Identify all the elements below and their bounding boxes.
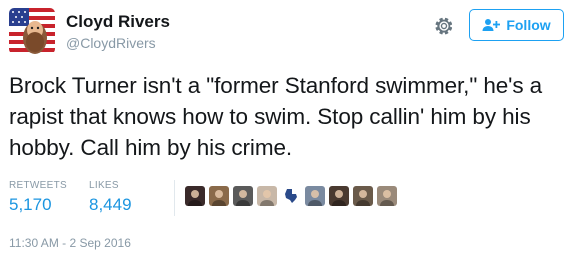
stats-divider [174,180,175,216]
liker-avatar-7[interactable] [329,186,349,206]
gear-icon[interactable] [433,15,455,37]
liker-avatar-8[interactable] [353,186,373,206]
liker-avatar-2[interactable] [209,186,229,206]
liker-avatar-3[interactable] [233,186,253,206]
liker-avatar-4[interactable] [257,186,277,206]
avatar[interactable] [9,8,55,54]
retweets-label: RETWEETS [9,180,67,191]
display-name[interactable]: Cloyd Rivers [66,12,170,32]
likes-count: 8,449 [89,195,132,214]
retweets-stat[interactable]: RETWEETS 5,170 [9,180,67,215]
follow-button[interactable]: Follow [469,9,564,41]
liker-avatar-6[interactable] [305,186,325,206]
liker-avatar-1[interactable] [185,186,205,206]
user-handle[interactable]: @CloydRivers [66,35,156,51]
liker-avatars [185,186,397,206]
add-user-icon [482,18,501,32]
tweet-text: Brock Turner isn't a "former Stanford sw… [9,73,543,160]
likes-label: LIKES [89,180,119,191]
follow-label: Follow [506,17,551,33]
retweets-count: 5,170 [9,195,52,214]
tweet-timestamp[interactable]: 11:30 AM - 2 Sep 2016 [9,236,131,250]
likes-stat[interactable]: LIKES 8,449 [89,180,132,215]
tweet-stats: RETWEETS 5,170 LIKES 8,449 [9,180,565,220]
liker-avatar-5[interactable] [281,186,301,206]
liker-avatar-9[interactable] [377,186,397,206]
